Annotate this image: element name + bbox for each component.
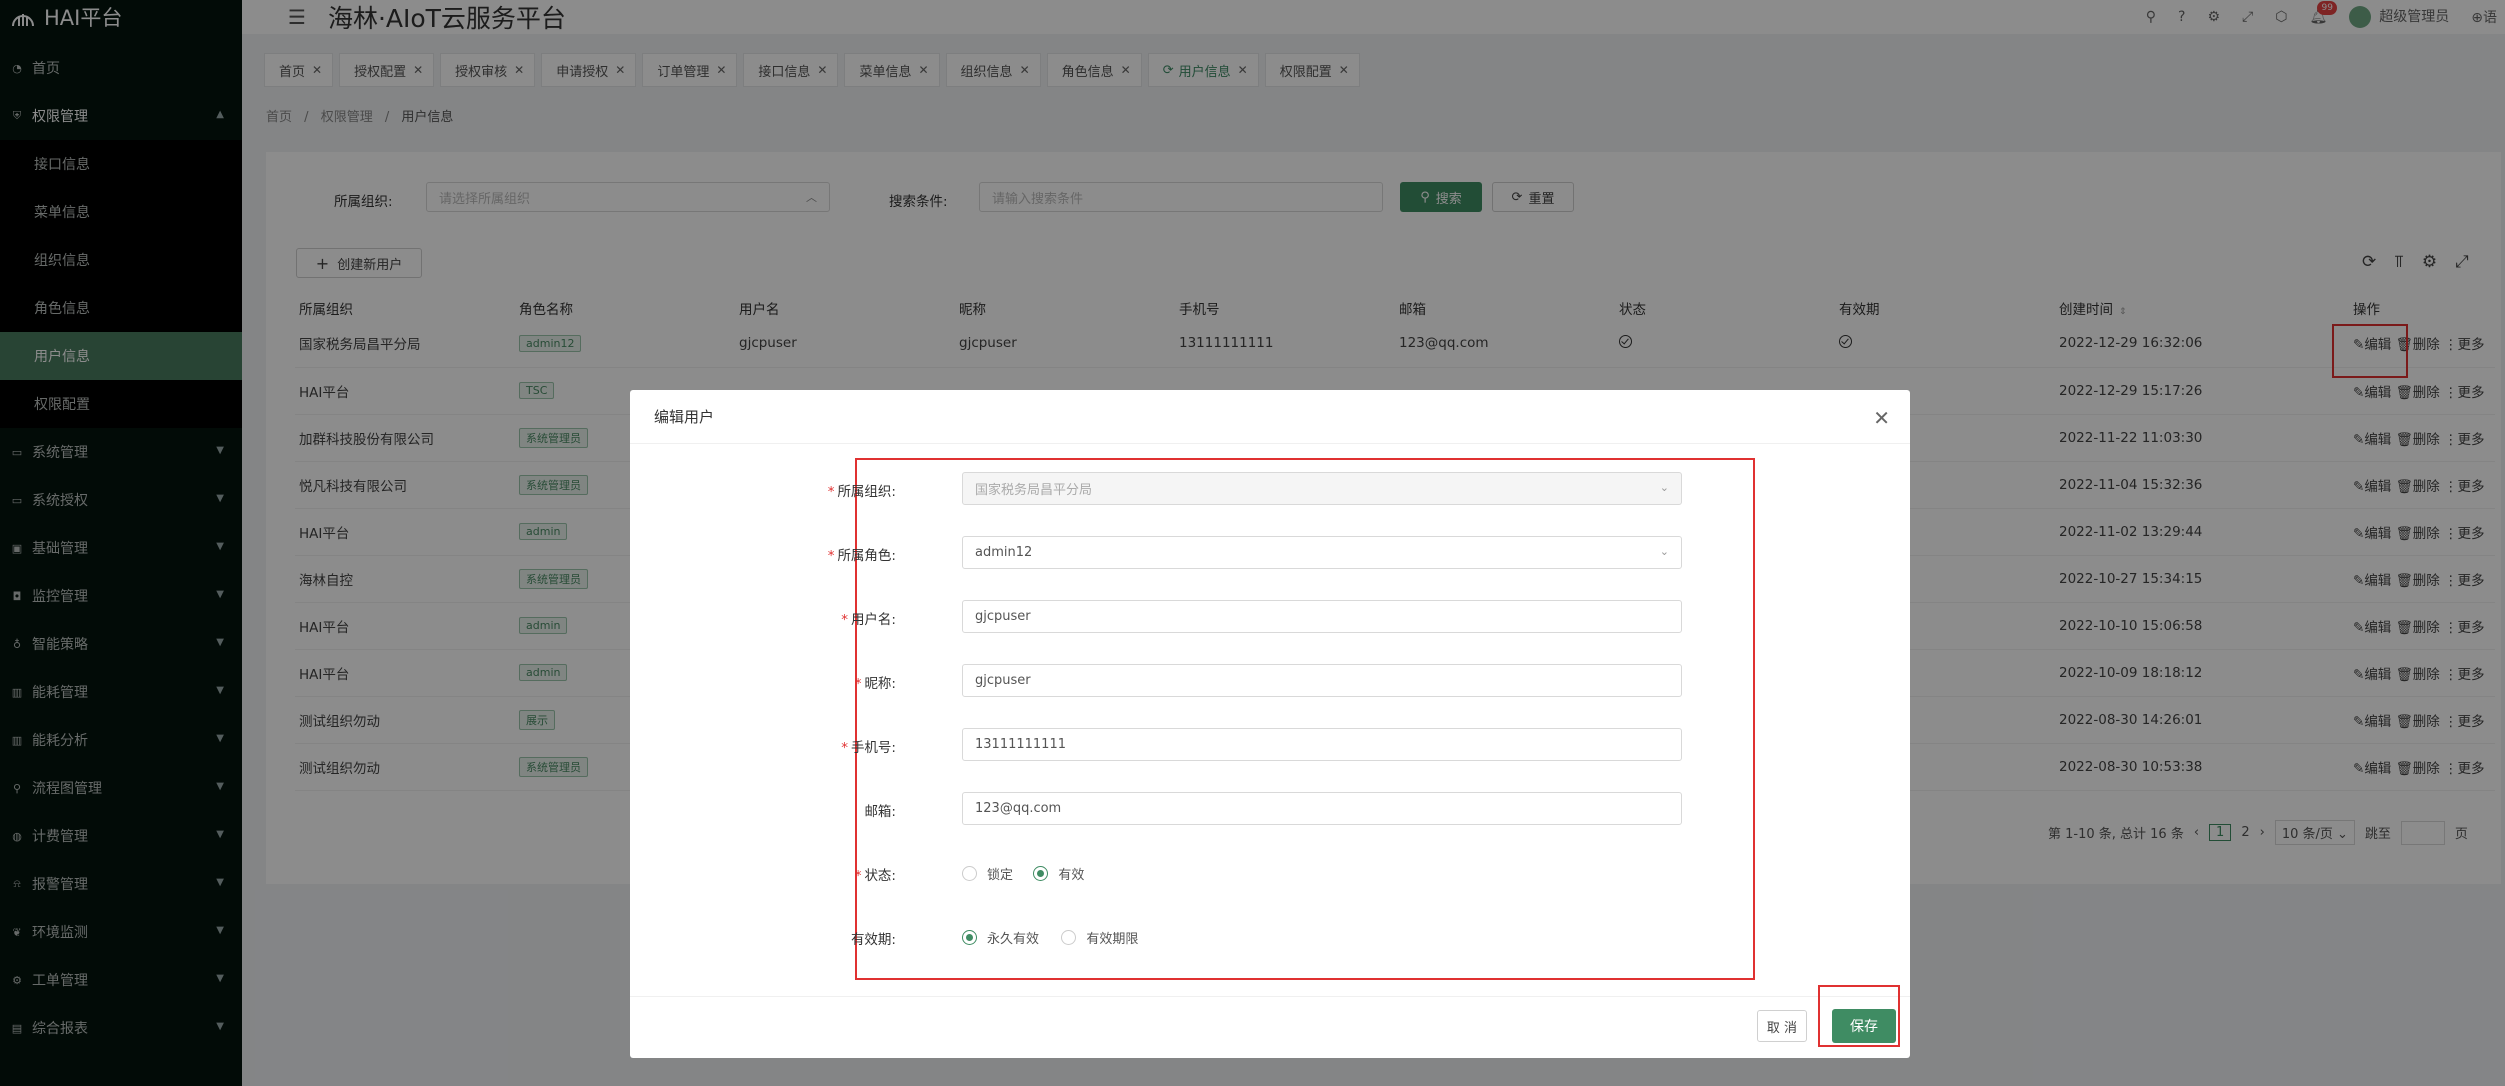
form-row-role: * 所属角色: admin12 ⌄ xyxy=(630,536,1910,570)
phone-input[interactable]: 13111111111 xyxy=(962,728,1682,761)
form-row-email: 邮箱: 123@qq.com xyxy=(630,792,1910,826)
email-input[interactable]: 123@qq.com xyxy=(962,792,1682,825)
form-row-username: * 用户名: gjcpuser xyxy=(630,600,1910,634)
status-radio-valid[interactable]: 有效 xyxy=(1033,864,1084,883)
close-icon[interactable]: ✕ xyxy=(1873,406,1890,430)
org-select: 国家税务局昌平分局 ⌄ xyxy=(962,472,1682,505)
form-row-nickname: * 昵称: gjcpuser xyxy=(630,664,1910,698)
cancel-button[interactable]: 取 消 xyxy=(1757,1010,1807,1042)
edit-user-modal: 编辑用户 ✕ * 所属组织: 国家税务局昌平分局 ⌄ * 所属角色: admin12 ⌄… xyxy=(630,390,1910,1058)
modal-title: 编辑用户 xyxy=(630,390,1910,444)
role-select[interactable]: admin12 ⌄ xyxy=(962,536,1682,569)
form-row-org: * 所属组织: 国家税务局昌平分局 ⌄ xyxy=(630,472,1910,506)
status-radio-locked[interactable]: 锁定 xyxy=(962,864,1013,883)
chevron-down-icon: ⌄ xyxy=(1659,481,1669,494)
status-radio-group: 锁定 有效 xyxy=(962,864,1100,885)
form-row-validity: 有效期: 永久有效 有效期限 xyxy=(630,920,1910,954)
validity-radio-group: 永久有效 有效期限 xyxy=(962,928,1154,949)
highlight-box-save xyxy=(1818,985,1900,1047)
modal-footer: 取 消 保存 xyxy=(630,985,1910,1058)
chevron-down-icon: ⌄ xyxy=(1659,545,1669,558)
username-input[interactable]: gjcpuser xyxy=(962,600,1682,633)
nickname-input[interactable]: gjcpuser xyxy=(962,664,1682,697)
form-row-phone: * 手机号: 13111111111 xyxy=(630,728,1910,762)
form-row-status: * 状态: 锁定 有效 xyxy=(630,856,1910,890)
validity-radio-period[interactable]: 有效期限 xyxy=(1061,928,1138,947)
validity-radio-permanent[interactable]: 永久有效 xyxy=(962,928,1039,947)
